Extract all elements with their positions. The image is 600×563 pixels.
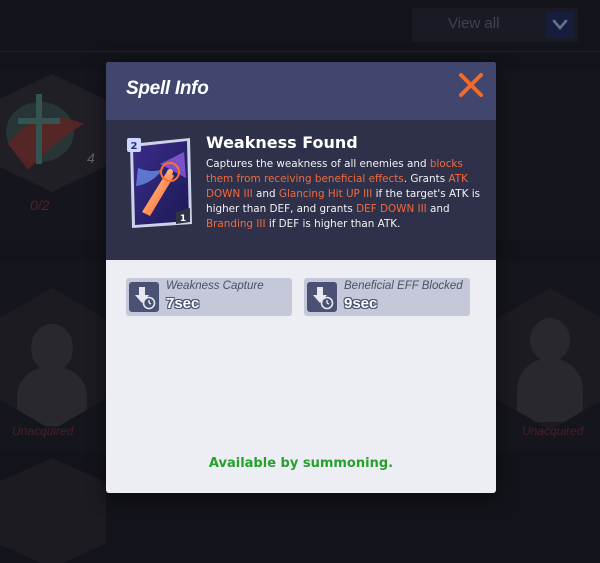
description-text: and: [252, 188, 279, 200]
modal-header: Spell Info: [106, 62, 496, 120]
effect-list: Weakness Capture 7sec Beneficial EFF Blo…: [126, 278, 476, 316]
debuff-duration-icon: [129, 282, 159, 312]
modal-title: Spell Info: [126, 78, 209, 99]
description-text: and: [426, 203, 450, 215]
effect-name: Weakness Capture: [166, 280, 264, 292]
availability-note: Available by summoning.: [208, 456, 394, 471]
description-text: . Grants: [403, 173, 449, 185]
effect-chip: Beneficial EFF Blocked 9sec: [304, 278, 470, 316]
debuff-duration-icon: [307, 282, 337, 312]
effect-duration: 9sec: [344, 295, 378, 312]
spell-art-icon: 2 1: [127, 138, 192, 228]
spell-description: Captures the weakness of all enemies and…: [206, 157, 486, 232]
spell-name: Weakness Found: [206, 133, 358, 152]
spell-info-modal: Spell Info 2 1 Weakness Found Captures t…: [106, 62, 496, 493]
effect-duration: 7sec: [166, 295, 200, 312]
effect-chip: Weakness Capture 7sec: [126, 278, 292, 316]
highlighted-term: DEF DOWN III: [356, 203, 427, 215]
svg-text:2: 2: [131, 141, 138, 152]
close-icon: [459, 73, 483, 97]
effect-name: Beneficial EFF Blocked: [344, 280, 463, 292]
spell-detail-panel: 2 1 Weakness Found Captures the weakness…: [106, 120, 496, 260]
highlighted-term: Glancing Hit UP III: [278, 188, 373, 200]
description-text: Captures the weakness of all enemies and: [206, 158, 430, 170]
spell-card-art: 2 1: [124, 134, 196, 230]
highlighted-term: Branding III: [206, 218, 266, 230]
svg-text:1: 1: [180, 214, 186, 224]
description-text: if DEF is higher than ATK.: [265, 218, 401, 230]
close-button[interactable]: [456, 70, 486, 100]
